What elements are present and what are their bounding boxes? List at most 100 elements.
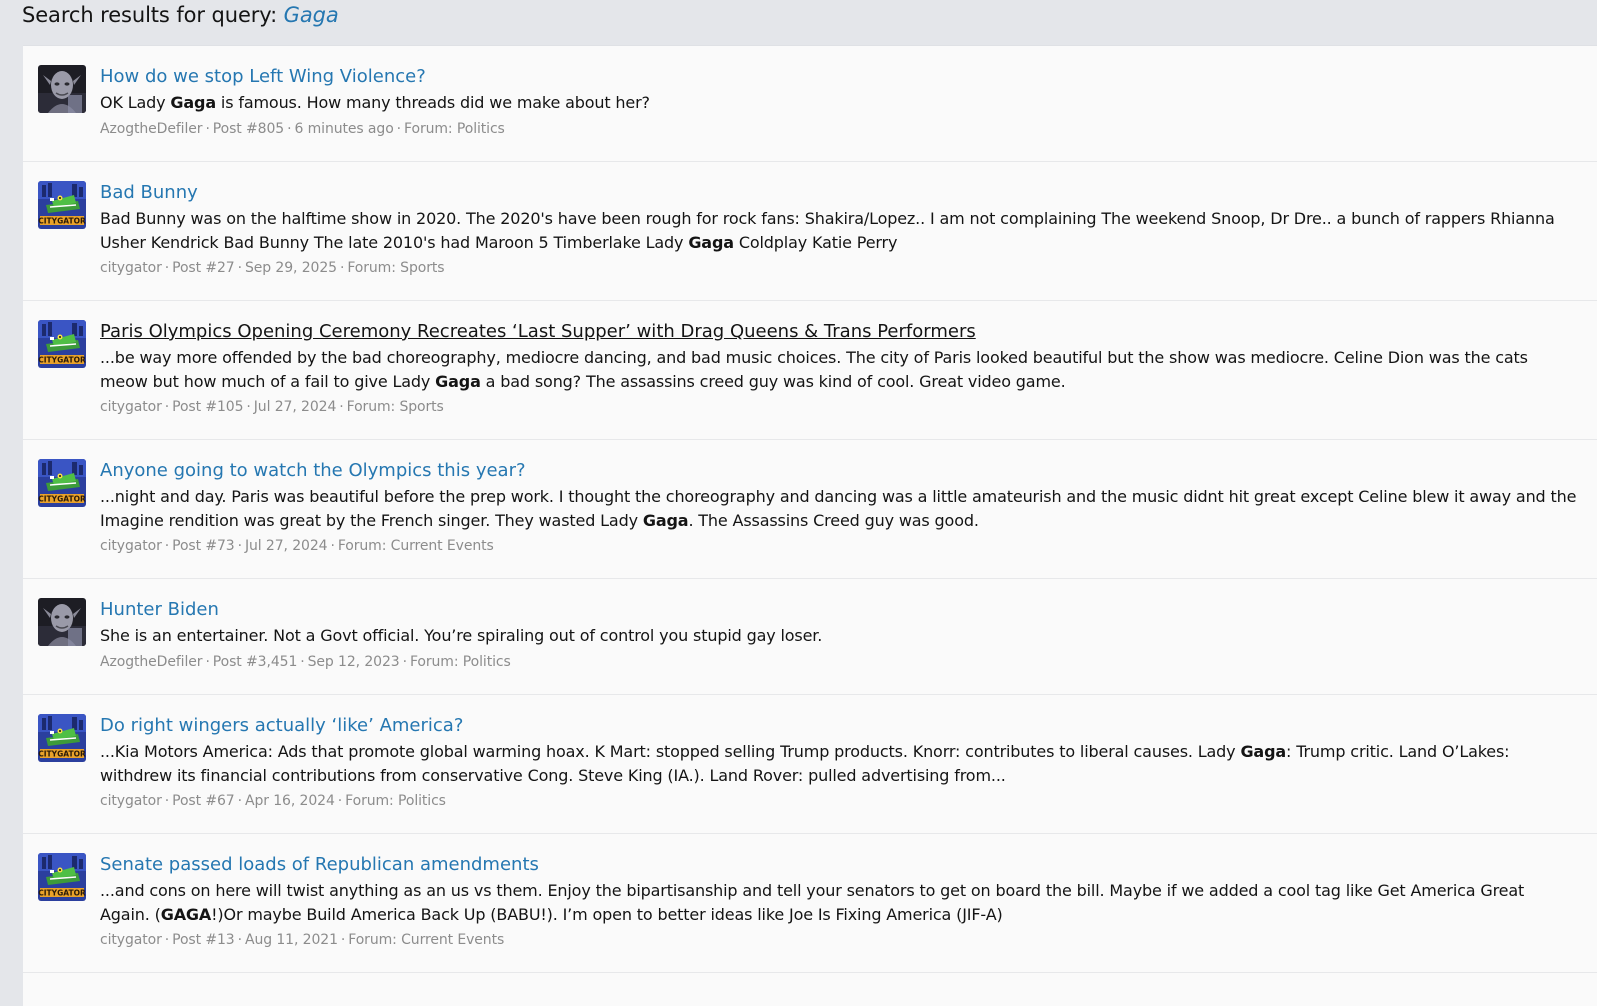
result-meta: AzogtheDefiler · Post #805 · 6 minutes ago · F… [100,119,1577,139]
snippet-text: OK Lady [100,93,171,112]
forum-link[interactable]: Forum: Politics [345,793,446,809]
author-link[interactable]: citygator [100,793,162,809]
post-link[interactable]: Post #73 [172,538,235,554]
meta-separator: · [164,260,170,276]
search-results-list: How do we stop Left Wing Violence? OK La… [23,45,1597,1006]
search-result: CITYGATOR Anyone going to watch the Olym… [23,440,1597,579]
snippet-highlight: Gaga [170,93,216,112]
avatar[interactable]: CITYGATOR [38,181,86,229]
forum-link[interactable]: Forum: Sports [347,399,444,415]
citygator-avatar-icon: CITYGATOR [38,853,86,901]
post-date: 6 minutes ago [294,120,394,137]
orc-avatar-icon [38,65,86,113]
author-link[interactable]: AzogtheDefiler [100,654,203,670]
post-link[interactable]: Post #3,451 [213,654,298,670]
search-query: Gaga [283,3,339,27]
post-date: Sep 29, 2025 [244,260,337,276]
search-result: CITYGATOR Do right wingers actually ‘lik… [23,695,1597,834]
result-meta: AzogtheDefiler · Post #3,451 · Sep 12, 2023 ·… [100,652,1577,672]
meta-separator: · [402,653,407,670]
meta-separator: · [339,260,345,276]
meta-separator: · [330,538,335,554]
citygator-avatar-icon: CITYGATOR [38,714,86,762]
forum-link[interactable]: Forum: Sports [347,260,444,276]
snippet-text: !)Or maybe Build America Back Up (BABU!)… [211,904,1003,924]
result-meta: citygator · Post #13 · Aug 11, 2021 · Forum: C… [100,930,1577,950]
citygator-avatar-icon: CITYGATOR [38,320,86,368]
result-title-link[interactable]: Bad Bunny [100,180,198,206]
meta-separator: · [237,538,242,554]
result-title-link[interactable]: Senate passed loads of Republican amendm… [100,852,539,878]
result-title-link[interactable]: Paris Olympics Opening Ceremony Recreate… [100,319,976,345]
author-link[interactable]: citygator [100,538,162,554]
meta-separator: · [337,793,343,809]
forum-link[interactable]: Forum: Current Events [338,538,494,554]
page-title-prefix: Search results for query: [22,3,284,27]
result-snippet: OK Lady Gaga is famous. How many threads… [100,91,1577,115]
snippet-text: is famous. How many threads did we make … [216,93,650,112]
svg-text:CITYGATOR: CITYGATOR [38,356,86,365]
post-date: Sep 12, 2023 [307,653,400,670]
svg-text:CITYGATOR: CITYGATOR [38,889,86,898]
meta-separator: · [205,653,210,670]
result-meta: citygator · Post #73 · Jul 27, 2024 · Forum: C… [100,536,1577,556]
search-result: CITYGATOR Bad Bunny Bad Bunny was on the… [23,162,1597,301]
forum-link[interactable]: Forum: Current Events [348,932,504,948]
snippet-highlight: Gaga [1240,742,1287,761]
result-title-link[interactable]: How do we stop Left Wing Violence? [100,64,426,90]
result-title-link[interactable]: Hunter Biden [100,597,219,623]
avatar[interactable]: CITYGATOR [38,320,86,368]
forum-link[interactable]: Forum: Politics [404,121,505,137]
snippet-text: Coldplay Katie Perry [733,232,898,252]
author-link[interactable]: citygator [100,260,162,276]
result-meta: citygator · Post #27 · Sep 29, 2025 · Forum: S… [100,258,1577,278]
meta-separator: · [164,793,170,809]
result-meta: citygator · Post #67 · Apr 16, 2024 · Forum: P… [100,791,1577,811]
snippet-highlight: Gaga [642,510,689,530]
citygator-avatar-icon: CITYGATOR [38,459,86,507]
author-link[interactable]: AzogtheDefiler [100,121,203,137]
result-snippet: ...night and day. Paris was beautiful be… [100,485,1577,532]
meta-separator: · [164,399,170,415]
post-link[interactable]: Post #805 [213,121,284,137]
result-title-link[interactable]: Do right wingers actually ‘like’ America… [100,713,463,739]
meta-separator: · [300,653,305,670]
post-date: Aug 11, 2021 [244,932,338,948]
svg-text:CITYGATOR: CITYGATOR [38,495,86,504]
result-snippet: Bad Bunny was on the halftime show in 20… [100,207,1577,254]
snippet-highlight: GAGA [160,904,212,924]
author-link[interactable]: citygator [100,399,162,415]
meta-separator: · [246,399,251,415]
page-title: Search results for query: Gaga [22,0,339,32]
avatar[interactable] [38,65,86,113]
author-link[interactable]: citygator [100,932,162,948]
search-result: How do we stop Left Wing Violence? OK La… [23,46,1597,162]
avatar[interactable]: CITYGATOR [38,853,86,901]
meta-separator: · [237,793,242,809]
forum-link[interactable]: Forum: Politics [410,654,511,670]
snippet-text: a bad song? The assassins creed guy was … [480,371,1066,391]
search-result: Hunter Biden She is an entertainer. Not … [23,579,1597,695]
post-link[interactable]: Post #27 [172,260,235,276]
snippet-text: ...Kia Motors America: Ads that promote … [100,742,1241,761]
meta-separator: · [340,932,346,948]
snippet-text: . The Assassins Creed guy was good. [688,510,979,530]
avatar[interactable] [38,598,86,646]
snippet-highlight: Gaga [435,371,481,391]
result-snippet: ...be way more offended by the bad chore… [100,346,1577,393]
meta-separator: · [287,120,292,137]
search-result: CITYGATOR Paris Olympics Opening Ceremon… [23,301,1597,440]
citygator-avatar-icon: CITYGATOR [38,181,86,229]
snippet-text: She is an entertainer. Not a Govt offici… [100,626,823,645]
result-snippet: She is an entertainer. Not a Govt offici… [100,624,1577,648]
meta-separator: · [396,120,402,137]
result-title-link[interactable]: Anyone going to watch the Olympics this … [100,458,526,484]
post-date: Apr 16, 2024 [244,793,335,809]
post-link[interactable]: Post #13 [172,932,235,948]
meta-separator: · [164,932,170,948]
avatar[interactable]: CITYGATOR [38,459,86,507]
post-link[interactable]: Post #105 [172,399,243,415]
svg-text:CITYGATOR: CITYGATOR [38,217,86,226]
post-link[interactable]: Post #67 [172,793,235,809]
avatar[interactable]: CITYGATOR [38,714,86,762]
